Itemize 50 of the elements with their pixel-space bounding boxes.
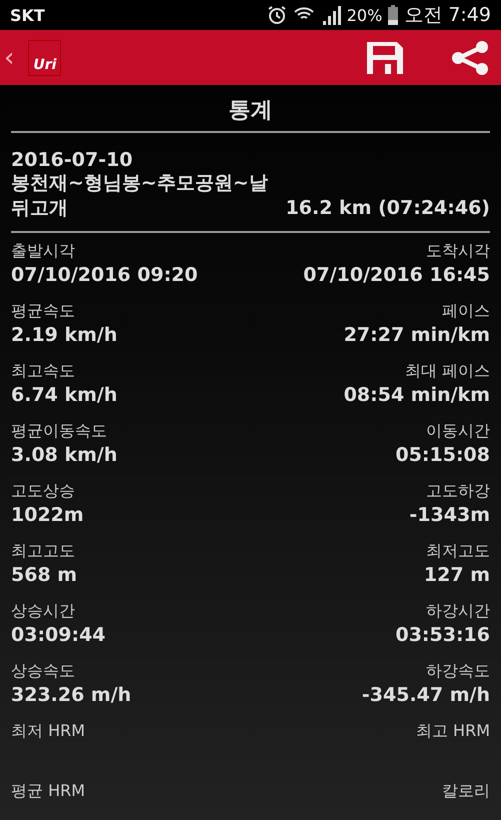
app-logo[interactable]: Uri	[28, 40, 62, 76]
stat-label: 상승시간	[11, 601, 76, 622]
track-name: 봉천재~형님봉~추모공원~날뒤고개	[11, 171, 269, 221]
stat-label: 최대 페이스	[404, 361, 490, 382]
stat-label: 출발시각	[11, 241, 76, 262]
back-button[interactable]: ‹	[4, 44, 14, 70]
stat-label: 페이스	[442, 301, 490, 322]
battery-percent: 20%	[346, 6, 382, 24]
stat-value: 03:09:44	[11, 624, 106, 646]
battery-icon	[388, 5, 398, 25]
signal-icon	[320, 5, 341, 25]
stat-label: 최저 HRM	[11, 721, 86, 742]
stat-value: 27:27 min/km	[344, 324, 490, 346]
stat-value: -345.47 m/h	[362, 684, 490, 706]
stat-label: 이동시간	[426, 421, 490, 442]
stat-value: 3.08 km/h	[11, 444, 118, 466]
save-icon[interactable]	[367, 42, 403, 74]
track-date: 2016-07-10	[11, 149, 134, 171]
stat-label: 평균속도	[11, 301, 76, 322]
stat-value: 568 m	[11, 564, 78, 586]
stat-value: 6.74 km/h	[11, 384, 118, 406]
stat-value: 05:15:08	[395, 444, 490, 466]
stat-label: 상승속도	[11, 661, 76, 682]
stat-value: 03:53:16	[395, 624, 490, 646]
clock-time: 오전 7:49	[404, 3, 491, 28]
stat-value: 1022m	[11, 504, 84, 526]
page-title: 통계	[228, 97, 274, 125]
stat-label: 최고고도	[11, 541, 76, 562]
stat-label: 칼로리	[442, 781, 490, 802]
stat-value: -1343m	[409, 504, 490, 526]
stat-value: 127 m	[424, 564, 490, 586]
stat-label: 평균 HRM	[11, 781, 86, 802]
stat-label: 최고속도	[11, 361, 76, 382]
alarm-icon	[266, 5, 287, 25]
stat-label: 하강시간	[426, 601, 490, 622]
stat-label: 평균이동속도	[11, 421, 108, 442]
stat-label: 최고 HRM	[416, 721, 490, 742]
stat-label: 최저고도	[426, 541, 490, 562]
stat-label: 고도상승	[11, 481, 76, 502]
stat-label: 하강속도	[426, 661, 490, 682]
track-distance: 16.2 km (07:24:46)	[286, 196, 490, 221]
share-icon[interactable]	[451, 40, 489, 74]
stat-label: 고도하강	[426, 481, 490, 502]
stat-value: 323.26 m/h	[11, 684, 132, 706]
stat-label: 도착시각	[426, 241, 490, 262]
stat-value: 07/10/2016 16:45	[303, 264, 490, 286]
stat-value: 08:54 min/km	[344, 384, 490, 406]
stat-value: 07/10/2016 09:20	[11, 264, 198, 286]
carrier-name: SKT	[10, 6, 46, 24]
stat-value: 2.19 km/h	[11, 324, 118, 346]
